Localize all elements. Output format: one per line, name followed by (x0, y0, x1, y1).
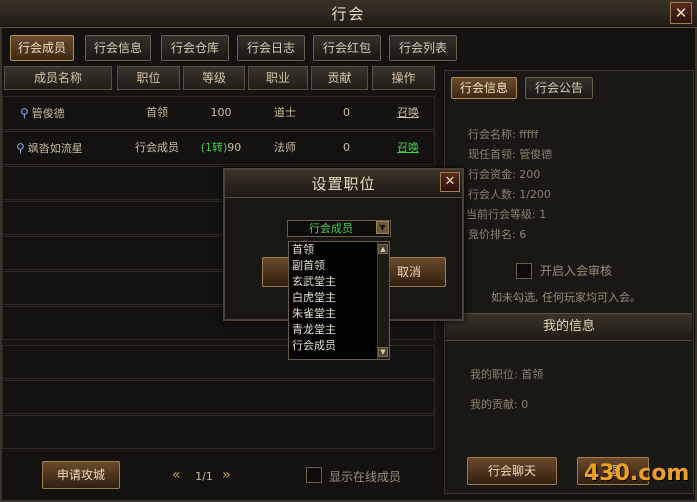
member-contribution: 0 (343, 141, 350, 154)
review-label: 开启入会审核 (540, 264, 613, 278)
watermark-logo: 430.com (584, 461, 690, 486)
male-icon: ⚲ (20, 106, 29, 120)
col-header-level[interactable]: 等级 (183, 66, 245, 90)
apply-siege-button[interactable]: 申请攻城 (42, 461, 120, 489)
close-icon: ✕ (674, 4, 688, 22)
tab-guild-info[interactable]: 行会信息 (85, 35, 151, 61)
guild-name: 行会名称: fffff (468, 128, 539, 141)
dropdown-option[interactable]: 朱雀堂主 (292, 306, 336, 321)
member-level: (1转)90 (190, 131, 252, 165)
tab-guild-list[interactable]: 行会列表 (389, 35, 457, 61)
dropdown-option[interactable]: 行会成员 (292, 338, 336, 353)
member-name-cell: ⚲ 飒沓如流星 (16, 131, 116, 165)
dropdown-option[interactable]: 青龙堂主 (292, 322, 336, 337)
rebirth-level: (1转) (200, 141, 228, 154)
dropdown-scrollbar[interactable] (377, 242, 389, 359)
col-header-action[interactable]: 操作 (372, 66, 435, 90)
summon-link[interactable]: 召唤 (378, 96, 438, 130)
dialog-cancel-button[interactable]: 取消 (384, 257, 446, 287)
my-position: 我的职位: 首领 (470, 368, 544, 381)
show-online-label: 显示在线成员 (329, 470, 402, 484)
member-name: 飒沓如流星 (27, 142, 83, 155)
next-page-icon[interactable]: » (222, 467, 231, 483)
guild-members-count: 行会人数: 1/200 (468, 188, 551, 201)
member-job: 道士 (274, 106, 296, 119)
dropdown-option[interactable]: 白虎堂主 (292, 290, 336, 305)
chevron-down-icon[interactable]: ▼ (376, 221, 389, 234)
member-job: 法师 (274, 141, 296, 154)
summon-link-label[interactable]: 召唤 (397, 141, 419, 154)
summon-link-label[interactable]: 召唤 (397, 106, 419, 119)
close-icon: ✕ (444, 174, 456, 189)
guild-funds: 行会资金: 200 (468, 168, 541, 181)
guild-chat-button[interactable]: 行会聊天 (467, 457, 557, 485)
guild-level: 当前行会等级: 1 (466, 208, 547, 221)
page-indicator: 1/1 (195, 470, 213, 483)
tab-guild-members[interactable]: 行会成员 (10, 35, 74, 61)
member-level: 100 (210, 106, 232, 119)
guild-leader: 现任首领: 管俊德 (468, 148, 553, 161)
scroll-down-icon[interactable]: ▼ (378, 347, 388, 357)
member-position: 行会成员 (135, 141, 179, 154)
tab-right-guild-notice[interactable]: 行会公告 (525, 77, 593, 99)
level-value: 90 (227, 141, 242, 154)
col-header-contribution[interactable]: 贡献 (311, 66, 368, 90)
window-close-button[interactable]: ✕ (670, 2, 692, 24)
review-checkbox[interactable] (516, 263, 532, 279)
review-note: 如未勾选, 任何玩家均可入会。 (491, 291, 641, 304)
scroll-up-icon[interactable]: ▲ (378, 244, 388, 254)
position-select-value[interactable]: 行会成员 (288, 220, 374, 237)
member-name-cell: ⚲ 管俊德 (20, 96, 110, 130)
guild-bid-rank: 竞价排名: 6 (468, 228, 527, 241)
tab-guild-warehouse[interactable]: 行会仓库 (161, 35, 229, 61)
my-info-title: 我的信息 (542, 319, 595, 334)
col-header-position[interactable]: 职位 (117, 66, 180, 90)
show-online-checkbox[interactable] (306, 467, 322, 483)
dropdown-option[interactable]: 首领 (292, 242, 314, 257)
dropdown-option[interactable]: 副首领 (292, 258, 325, 273)
window-title: 行会 (331, 5, 366, 23)
table-row-empty (2, 415, 435, 449)
dialog-title: 设置职位 (311, 175, 376, 193)
col-header-name[interactable]: 成员名称 (4, 66, 112, 90)
tab-guild-red-packet[interactable]: 行会红包 (313, 35, 381, 61)
my-contribution: 我的贡献: 0 (470, 398, 529, 411)
member-name: 管俊德 (31, 107, 65, 120)
tab-guild-log[interactable]: 行会日志 (237, 35, 305, 61)
tab-right-guild-info[interactable]: 行会信息 (451, 77, 517, 99)
member-position: 首领 (146, 106, 168, 119)
summon-link[interactable]: 召唤 (378, 131, 438, 165)
male-icon: ⚲ (16, 141, 25, 155)
member-contribution: 0 (343, 106, 350, 119)
dialog-close-button[interactable]: ✕ (440, 172, 460, 192)
dropdown-option[interactable]: 玄武堂主 (292, 274, 336, 289)
dialog-confirm-button[interactable] (262, 257, 290, 287)
prev-page-icon[interactable]: « (172, 467, 181, 483)
col-header-job[interactable]: 职业 (248, 66, 308, 90)
table-row-empty (2, 380, 435, 414)
